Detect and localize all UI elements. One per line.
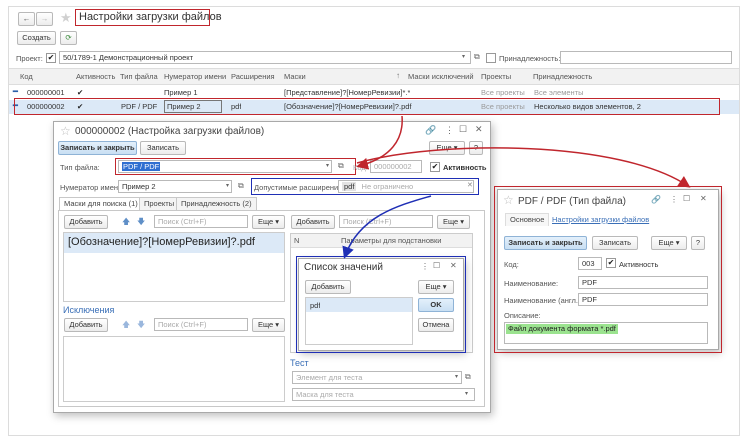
- col-code[interactable]: Код: [20, 70, 33, 84]
- col-file-type[interactable]: Тип файла: [120, 70, 158, 84]
- file-type-highlight: [115, 158, 356, 175]
- value-list-highlight: [296, 256, 466, 353]
- masks-add-button[interactable]: Добавить: [64, 215, 108, 229]
- settings-more-button[interactable]: Еще ▾: [429, 141, 465, 155]
- masks-more-button[interactable]: Еще ▾: [252, 215, 285, 229]
- settings-code-label: Код:: [353, 163, 368, 172]
- masks-search-input[interactable]: Поиск (Ctrl+F): [154, 215, 248, 228]
- exclusions-title: Исключения: [63, 305, 115, 315]
- belonging-filter-input[interactable]: [560, 51, 732, 64]
- exclusions-list: [63, 336, 285, 402]
- settings-maximize-icon[interactable]: ☐: [459, 124, 467, 135]
- test-mask-input[interactable]: Маска для теста: [292, 388, 475, 401]
- file-type-label: Тип файла:: [60, 163, 100, 172]
- col-mask-exclusions[interactable]: Маски исключений: [408, 70, 474, 84]
- project-dropdown-icon[interactable]: ▾: [462, 53, 465, 60]
- create-button[interactable]: Создать: [17, 31, 56, 45]
- settings-save-button[interactable]: Записать: [140, 141, 186, 155]
- col-extensions[interactable]: Расширения: [231, 70, 275, 84]
- test-element-open-icon[interactable]: ⧉: [465, 372, 471, 382]
- favorite-star-icon[interactable]: ★: [60, 10, 72, 26]
- exclusions-more-button[interactable]: Еще ▾: [252, 318, 285, 332]
- project-filter-label: Проект:: [16, 54, 43, 63]
- mask-list-item-text: [Обозначение]?[НомерРевизии]?.pdf: [68, 236, 255, 248]
- col-belonging[interactable]: Принадлежность: [533, 70, 592, 84]
- test-title: Тест: [290, 358, 309, 368]
- settings-favorite-icon[interactable]: ☆: [60, 124, 71, 138]
- numerator-dropdown-icon[interactable]: ▾: [226, 182, 229, 189]
- numerator-input[interactable]: Пример 2: [118, 180, 232, 193]
- params-more-button[interactable]: Еще ▾: [437, 215, 470, 229]
- back-button[interactable]: ←: [18, 12, 35, 26]
- col-numerator[interactable]: Нумератор имени: [164, 70, 226, 84]
- title-highlight: [75, 9, 210, 26]
- project-open-icon[interactable]: ⧉: [474, 52, 480, 62]
- refresh-icon[interactable]: ⟳: [60, 31, 77, 45]
- exclusions-move-up-icon[interactable]: 🡅: [122, 319, 130, 333]
- belonging-filter-label: Принадлежность:: [499, 54, 561, 63]
- exclusions-search-input[interactable]: Поиск (Ctrl+F): [154, 318, 248, 331]
- selected-row-highlight: [14, 98, 720, 115]
- file-type-form-highlight: [494, 186, 722, 353]
- col-active[interactable]: Активность: [76, 70, 115, 84]
- exclusions-move-down-icon[interactable]: 🡇: [137, 319, 145, 333]
- allowed-ext-highlight: [251, 178, 479, 195]
- settings-code-input[interactable]: 000000002: [370, 160, 422, 173]
- masks-move-down-icon[interactable]: 🡇: [137, 216, 145, 230]
- tab-search-masks[interactable]: Маски для поиска (1): [59, 197, 143, 210]
- settings-form-title: 000000002 (Настройка загрузки файлов): [75, 126, 265, 137]
- row-marker-icon: ━: [13, 87, 18, 96]
- test-mask-dropdown-icon[interactable]: ▾: [465, 390, 468, 397]
- tab-projects[interactable]: Проекты: [139, 197, 180, 210]
- settings-save-close-button[interactable]: Записать и закрыть: [58, 141, 137, 155]
- numerator-label: Нумератор имени:: [60, 183, 125, 192]
- forward-button[interactable]: →: [36, 12, 53, 26]
- masks-move-up-icon[interactable]: 🡅: [122, 216, 130, 230]
- test-element-dropdown-icon[interactable]: ▾: [455, 373, 458, 380]
- project-filter-input[interactable]: 50/1789-1 Демонстрационный проект: [59, 51, 471, 64]
- test-element-input[interactable]: Элемент для теста: [292, 371, 462, 384]
- settings-help-button[interactable]: ?: [469, 141, 483, 155]
- settings-active-label: Активность: [443, 163, 487, 172]
- col-masks[interactable]: Маски: [284, 70, 306, 84]
- numerator-open-icon[interactable]: ⧉: [238, 181, 244, 191]
- table-header: [9, 68, 739, 85]
- belonging-filter-checkbox[interactable]: [486, 53, 496, 63]
- params-add-button[interactable]: Добавить: [291, 215, 335, 229]
- settings-active-checkbox[interactable]: ✔: [430, 162, 440, 172]
- exclusions-add-button[interactable]: Добавить: [64, 318, 108, 332]
- settings-link-icon[interactable]: 🔗: [425, 125, 436, 136]
- col-projects[interactable]: Проекты: [481, 70, 511, 84]
- settings-close-icon[interactable]: ✕: [475, 124, 483, 135]
- project-filter-checkbox[interactable]: ✔: [46, 53, 56, 63]
- sort-indicator-icon: ↑: [396, 71, 400, 80]
- settings-menu-icon[interactable]: ⋮: [445, 125, 454, 136]
- params-col-name[interactable]: Параметры для подстановки: [341, 234, 441, 248]
- tab-belonging[interactable]: Принадлежность (2): [176, 197, 257, 210]
- params-search-input[interactable]: Поиск (Ctrl+F): [339, 215, 433, 228]
- params-col-n[interactable]: N: [294, 234, 299, 248]
